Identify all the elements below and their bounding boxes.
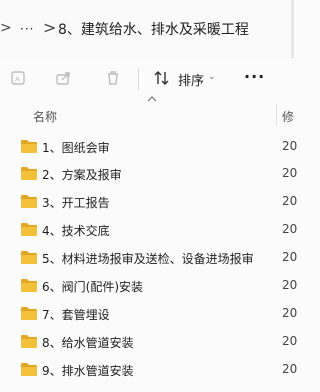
share-icon[interactable] <box>55 69 73 87</box>
column-divider[interactable] <box>276 104 277 126</box>
address-bar[interactable]: > ··· > 8、建筑给水、排水及采暖工程 <box>0 0 294 59</box>
file-name: 5、材料进场报审及送检、设备进场报审 <box>42 252 254 266</box>
file-date: 20 <box>282 250 298 264</box>
sort-up-icon <box>147 95 157 106</box>
file-date: 20 <box>282 166 298 180</box>
column-name-header[interactable]: 名称 <box>33 108 57 125</box>
more-crumbs-button[interactable]: ··· <box>20 22 34 36</box>
file-name: 7、套管埋设 <box>42 308 110 322</box>
file-name: 2、方案及报审 <box>42 168 122 182</box>
chevron-right-icon[interactable]: > <box>0 20 12 36</box>
ai-icon[interactable]: A <box>10 69 28 87</box>
list-item[interactable]: 5、材料进场报审及送检、设备进场报审 20 <box>0 244 298 271</box>
folder-icon <box>20 139 38 154</box>
list-item[interactable]: 6、阀门(配件)安装 20 <box>0 272 298 299</box>
folder-icon <box>20 222 38 237</box>
file-date: 20 <box>282 194 298 208</box>
toolbar-divider <box>138 68 139 90</box>
folder-icon <box>20 250 38 265</box>
file-name: 6、阀门(配件)安装 <box>42 280 143 294</box>
file-date: 20 <box>282 278 298 292</box>
column-modified-header[interactable]: 修 <box>282 108 294 125</box>
file-name: 8、给水管道安装 <box>42 336 134 350</box>
folder-icon <box>20 166 38 181</box>
file-date: 20 <box>282 362 298 376</box>
delete-icon[interactable] <box>104 69 122 87</box>
breadcrumb-current[interactable]: 8、建筑给水、排水及采暖工程 <box>58 19 249 39</box>
folder-icon <box>20 194 38 209</box>
list-item[interactable]: 9、排水管道安装 20 <box>0 356 298 383</box>
file-date: 20 <box>282 334 298 348</box>
list-item[interactable]: 4、技术交底 20 <box>0 216 298 243</box>
scroll-edge <box>291 0 294 58</box>
file-date: 20 <box>282 139 298 153</box>
list-item[interactable]: 7、套管埋设 20 <box>0 300 298 327</box>
file-name: 4、技术交底 <box>42 224 110 238</box>
list-item[interactable]: 3、开工报告 20 <box>0 188 298 215</box>
folder-icon <box>20 362 38 377</box>
list-item[interactable]: 2、方案及报审 20 <box>0 160 298 187</box>
folder-icon <box>20 306 38 321</box>
sort-button[interactable]: 排序 <box>178 70 204 89</box>
folder-icon <box>20 278 38 293</box>
sort-icon[interactable] <box>153 69 171 87</box>
breadcrumb-separator-icon: > <box>43 18 57 37</box>
more-options-button[interactable]: ··· <box>244 67 265 86</box>
list-item[interactable]: 1、图纸会审 20 <box>0 133 298 160</box>
chevron-down-icon[interactable]: ⌄ <box>208 72 216 82</box>
svg-text:A: A <box>15 76 20 84</box>
command-bar: A 排序 ⌄ ··· <box>0 58 294 98</box>
file-name: 3、开工报告 <box>42 196 110 210</box>
file-name: 1、图纸会审 <box>42 141 110 155</box>
file-date: 20 <box>282 222 298 236</box>
file-name: 9、排水管道安装 <box>42 364 134 378</box>
file-date: 20 <box>282 306 298 320</box>
list-item[interactable]: 8、给水管道安装 20 <box>0 328 298 355</box>
folder-icon <box>20 334 38 349</box>
